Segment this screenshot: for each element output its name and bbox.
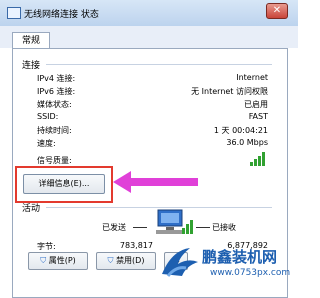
disable-button[interactable]: ⛉ 禁用(D) [96, 252, 156, 270]
ssid-value: FAST [248, 112, 268, 121]
ipv6-value: 无 Internet 访问权限 [191, 87, 268, 96]
watermark-url: www.0753px.com [210, 268, 291, 278]
watermark-name: 鹏鑫装机网 [202, 248, 278, 266]
title-bar: 无线网络连接 状态 ✕ [0, 0, 298, 27]
bytes-sent-value: 783,817 [119, 241, 153, 250]
disable-label: 禁用(D) [116, 256, 145, 265]
ipv4-value: Internet [236, 73, 268, 82]
speed-label: 速度: [37, 139, 56, 148]
details-button[interactable]: 详细信息(E)... [23, 174, 105, 194]
sent-line [133, 227, 147, 228]
pointer-arrow-icon [113, 171, 198, 193]
ssid-label: SSID: [37, 112, 59, 121]
media-state-label: 媒体状态: [37, 100, 72, 109]
close-button[interactable]: ✕ [266, 3, 288, 19]
tab-bar: 常规 [0, 26, 298, 49]
network-connection-icon [7, 7, 21, 19]
speed-value: 36.0 Mbps [226, 138, 268, 147]
ipv4-label: IPv4 连接: [37, 74, 76, 83]
signal-strength-icon [250, 150, 266, 166]
sent-label: 已发送 [102, 223, 126, 232]
tab-general[interactable]: 常规 [12, 32, 50, 49]
ipv6-label: IPv6 连接: [37, 87, 76, 96]
wave-logo-icon [162, 248, 198, 277]
properties-label: 属性(P) [48, 256, 76, 265]
bytes-label: 字节: [37, 242, 56, 251]
connection-section-label: 连接 [22, 61, 41, 71]
network-computer-icon [156, 209, 193, 234]
media-state-value: 已启用 [244, 100, 268, 109]
shield-icon: ⛉ [40, 256, 47, 265]
activity-section-label: 活动 [22, 204, 41, 214]
site-watermark: 鹏鑫装机网 www.0753px.com [160, 242, 292, 286]
window-title: 无线网络连接 状态 [24, 10, 99, 20]
received-label: 已接收 [212, 223, 236, 232]
duration-value: 1 天 00:04:21 [213, 126, 268, 135]
properties-button[interactable]: ⛉ 属性(P) [28, 252, 88, 270]
duration-label: 持续时间: [37, 126, 72, 135]
shield-icon: ⛉ [107, 256, 114, 265]
connection-divider [46, 64, 272, 65]
signal-quality-label: 信号质量: [37, 156, 72, 165]
received-line [196, 227, 210, 228]
